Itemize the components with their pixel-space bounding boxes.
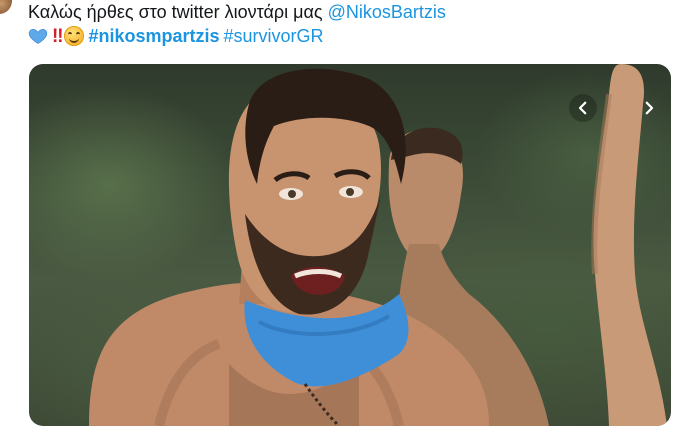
tweet-media[interactable]	[29, 64, 671, 426]
blue-heart-icon	[28, 26, 48, 46]
chevron-left-icon	[578, 101, 587, 115]
next-media-button[interactable]	[635, 94, 663, 122]
avatar[interactable]	[0, 0, 12, 14]
tweet-text: Καλώς ήρθες στο twitter λιοντάρι μας @Ni…	[28, 1, 446, 23]
previous-media-button[interactable]	[569, 94, 597, 122]
main-person	[89, 68, 489, 426]
chevron-right-icon	[645, 101, 654, 115]
tweet-text-prefix: Καλώς ήρθες στο twitter λιοντάρι μας	[28, 2, 328, 22]
hashtag-nikosmpartzis[interactable]: #nikosmpartzis	[88, 25, 219, 47]
smiling-face-icon	[64, 26, 85, 46]
hashtag-survivorgr[interactable]: #survivorGR	[224, 25, 324, 47]
double-exclamation-icon: ‼	[52, 26, 64, 47]
mention-link[interactable]: @NikosBartzis	[328, 2, 446, 22]
tweet-hashtags-line: ‼ #nikosmpartzis #survivorGR	[28, 25, 324, 47]
